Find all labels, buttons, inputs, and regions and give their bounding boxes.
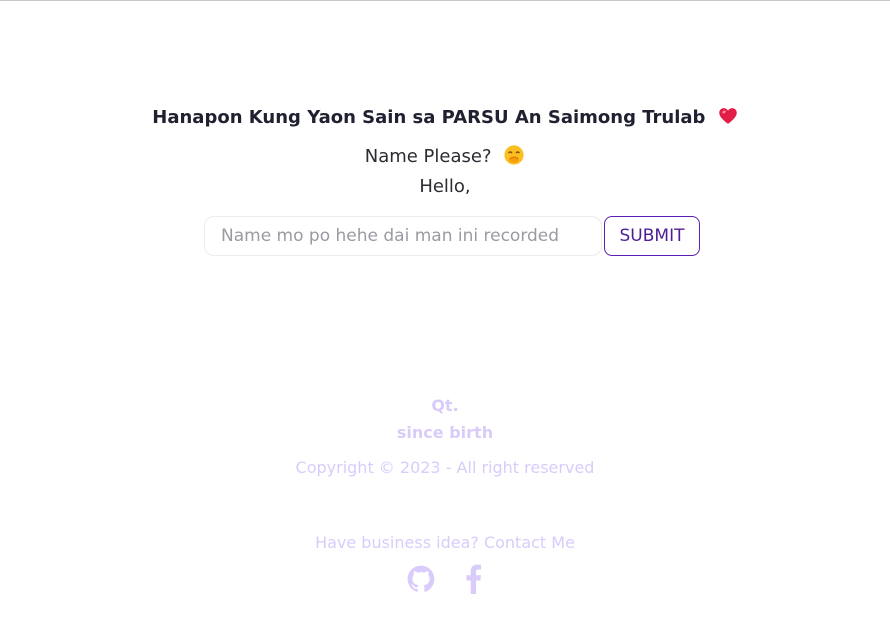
contact-link[interactable]: Have business idea? Contact Me	[0, 532, 890, 554]
name-form: SUBMIT	[0, 216, 890, 258]
brand-tagline: since birth	[396, 423, 494, 442]
name-prompt-text: Name Please?	[364, 146, 492, 167]
submit-button[interactable]: SUBMIT	[604, 216, 700, 256]
hand-over-mouth-emoji-icon	[504, 145, 524, 165]
footer: Qt. since birth Copyright © 2023 - All r…	[0, 395, 890, 598]
social-links	[0, 564, 890, 598]
page-title-text: Hanapon Kung Yaon Sain sa PARSU An Saimo…	[152, 107, 706, 128]
main-section: Hanapon Kung Yaon Sain sa PARSU An Saimo…	[0, 104, 890, 258]
github-link[interactable]	[407, 565, 457, 597]
facebook-icon	[465, 564, 481, 594]
copyright-text: Copyright © 2023 - All right reserved	[295, 458, 595, 477]
brand-name: Qt.	[431, 396, 459, 415]
name-input[interactable]	[204, 216, 602, 256]
github-icon	[408, 565, 435, 592]
page-title: Hanapon Kung Yaon Sain sa PARSU An Saimo…	[0, 104, 890, 132]
top-border	[0, 0, 890, 1]
heart-icon	[718, 108, 737, 124]
greeting-text: Hello,	[419, 176, 471, 197]
facebook-link[interactable]	[463, 564, 483, 598]
name-prompt: Name Please?	[0, 144, 890, 170]
